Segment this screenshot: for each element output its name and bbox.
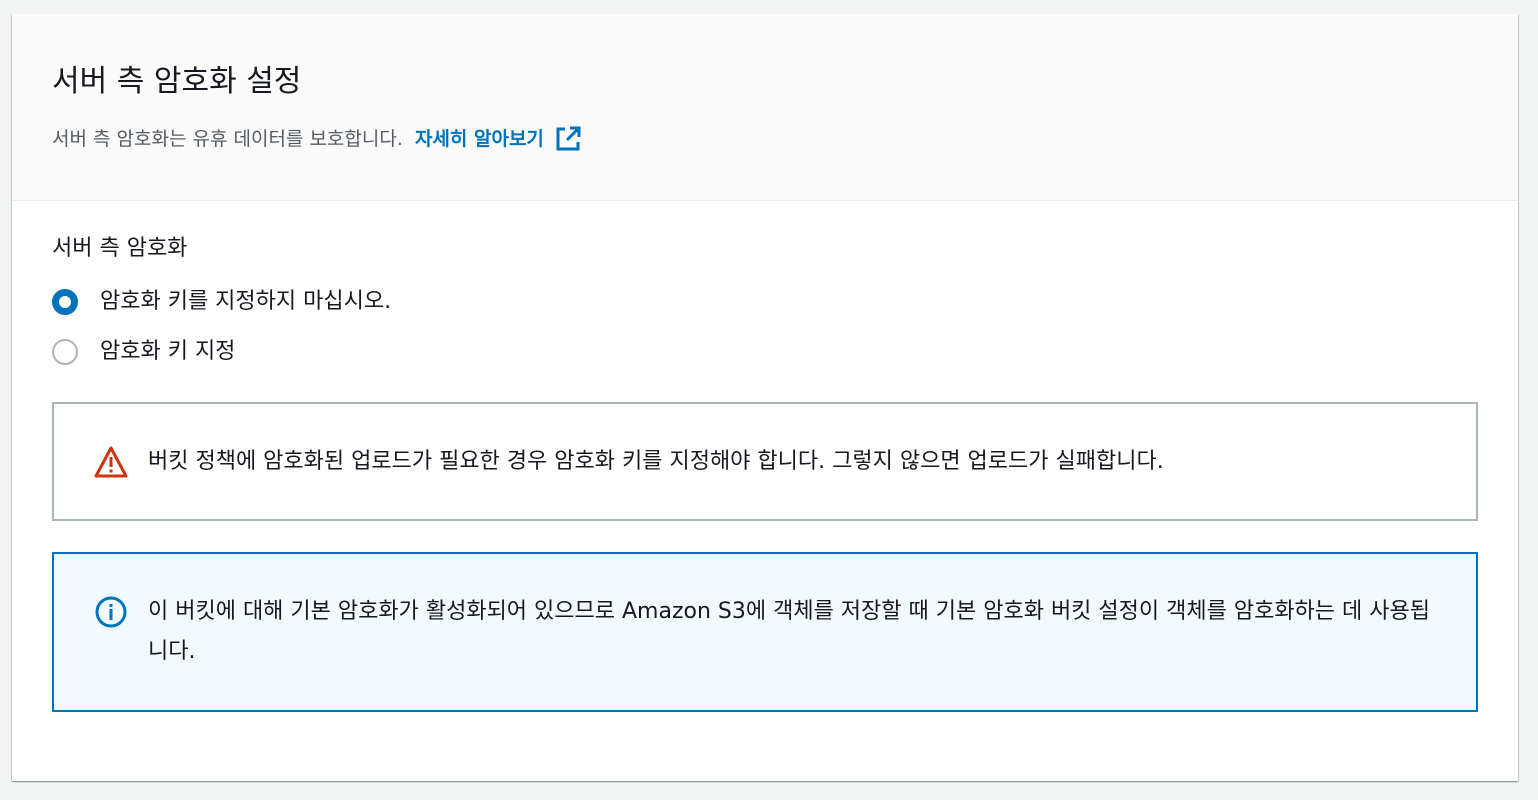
info-text: 이 버킷에 대해 기본 암호화가 활성화되어 있으므로 Amazon S3에 객… [148,599,1430,664]
radio-option-specify-key[interactable]: 암호화 키 지정 [52,337,235,367]
external-link-icon [556,126,581,151]
warning-alert: 버킷 정책에 암호화된 업로드가 필요한 경우 암호화 키를 지정해야 합니다.… [52,402,1478,521]
info-alert: 이 버킷에 대해 기본 암호화가 활성화되어 있으므로 Amazon S3에 객… [52,552,1478,712]
panel-header: 서버 측 암호화 설정 서버 측 암호화는 유휴 데이터를 보호합니다. 자세히… [12,14,1518,201]
panel-description: 서버 측 암호화는 유휴 데이터를 보호합니다. 자세히 알아보기 [52,124,582,154]
learn-more-label: 자세히 알아보기 [414,128,544,150]
encryption-settings-panel: 서버 측 암호화 설정 서버 측 암호화는 유휴 데이터를 보호합니다. 자세히… [12,14,1518,781]
radio-button-unchecked[interactable] [52,339,78,365]
warning-icon [94,446,128,478]
radio-button-checked[interactable] [52,289,78,315]
panel-title: 서버 측 암호화 설정 [52,64,302,99]
radio-label: 암호화 키를 지정하지 마십시오. [100,289,392,314]
radio-option-no-key[interactable]: 암호화 키를 지정하지 마십시오. [52,287,391,317]
learn-more-link[interactable]: 자세히 알아보기 [415,124,582,154]
server-side-encryption-label: 서버 측 암호화 [52,236,188,261]
warning-text: 버킷 정책에 암호화된 업로드가 필요한 경우 암호화 키를 지정해야 합니다.… [148,449,1164,474]
description-text: 서버 측 암호화는 유휴 데이터를 보호합니다. [52,128,403,150]
radio-label: 암호화 키 지정 [100,339,236,364]
info-icon [95,596,127,628]
